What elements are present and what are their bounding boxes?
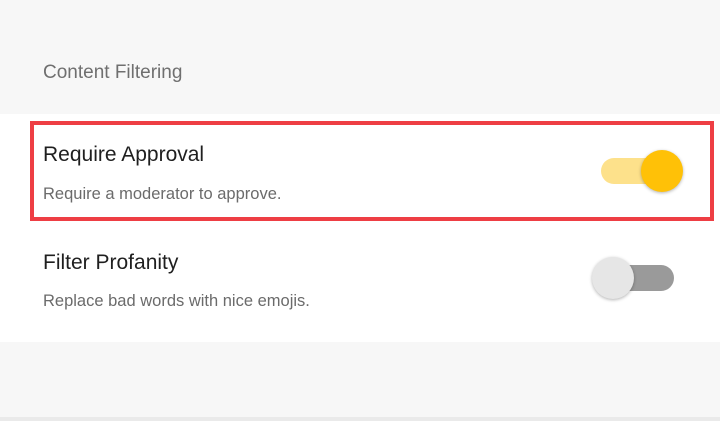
setting-description: Replace bad words with nice emojis. [43, 292, 310, 310]
section-header: Content Filtering [0, 0, 720, 114]
setting-description: Require a moderator to approve. [43, 185, 282, 203]
setting-require-approval: Require Approval Require a moderator to … [0, 117, 720, 213]
toggle-thumb [641, 150, 683, 192]
require-approval-toggle[interactable] [597, 148, 683, 194]
setting-filter-profanity: Filter Profanity Replace bad words with … [0, 223, 720, 323]
filter-profanity-toggle[interactable] [592, 255, 678, 301]
divider [0, 417, 720, 421]
toggle-thumb [592, 257, 634, 299]
section-title: Content Filtering [43, 62, 183, 83]
setting-title: Filter Profanity [43, 251, 179, 274]
setting-title: Require Approval [43, 143, 205, 166]
bottom-section [0, 342, 720, 417]
